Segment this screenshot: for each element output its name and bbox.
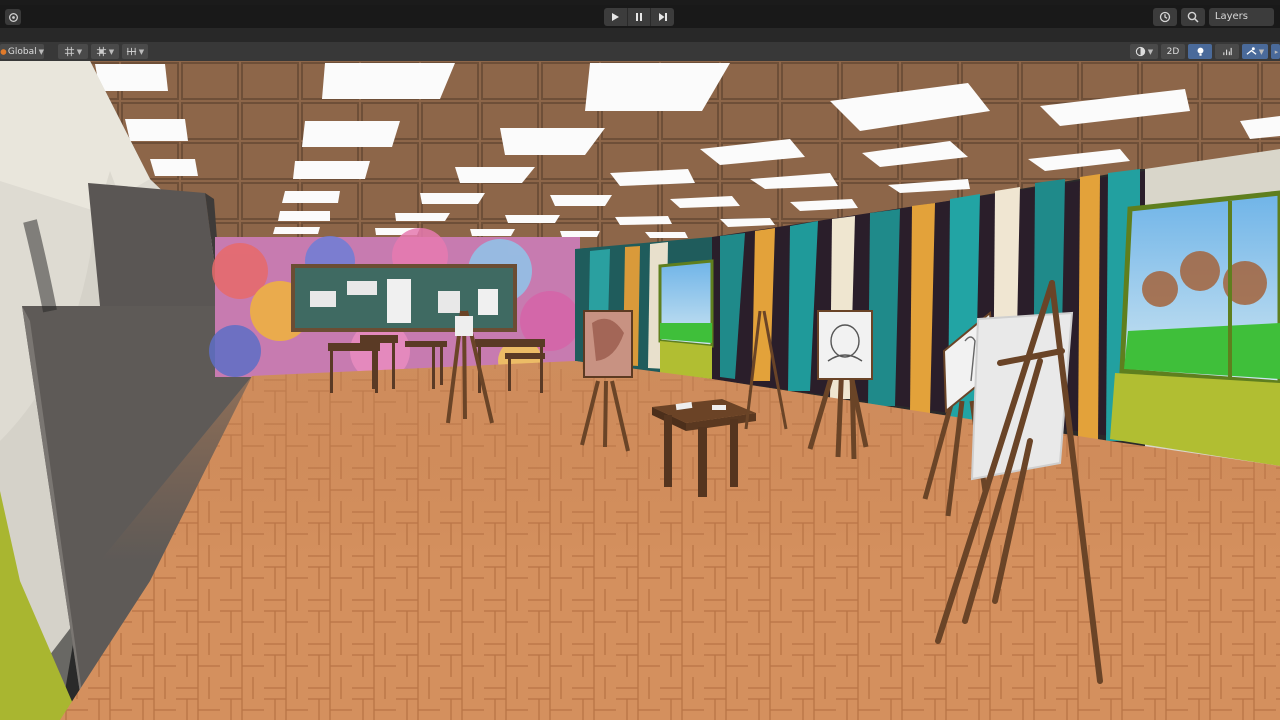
gizmo-icon: ▸ — [1274, 47, 1279, 56]
tab-strip — [0, 28, 1280, 43]
search-button[interactable] — [1180, 8, 1205, 26]
step-icon — [658, 13, 667, 21]
lighting-toggle[interactable] — [1188, 44, 1212, 59]
pause-button[interactable] — [628, 8, 652, 26]
search-icon — [1187, 11, 1199, 23]
history-icon — [1159, 11, 1171, 23]
cloud-icon — [8, 12, 18, 22]
increment-snap-dropdown[interactable]: ▼ — [122, 44, 148, 59]
undo-history-button[interactable] — [1152, 8, 1177, 26]
globe-icon — [0, 48, 7, 55]
effects-dropdown[interactable]: ▼ — [1242, 44, 1268, 59]
view-2d-toggle[interactable]: 2D — [1161, 44, 1185, 59]
gizmo-dropdown[interactable]: ▸ — [1271, 44, 1280, 59]
grid-icon — [64, 46, 74, 57]
scene-viewport[interactable] — [0, 61, 1280, 720]
scene-toolbar: Global ▼ ▼ ▼ ▼ ▼ 2D ▼ ▸ — [0, 42, 1280, 62]
scene-render — [0, 61, 1280, 720]
play-button[interactable] — [604, 8, 628, 26]
play-controls — [604, 8, 674, 26]
snap-icon — [96, 46, 106, 57]
handle-mode-label: Global — [7, 46, 37, 57]
main-toolbar: Layers — [0, 5, 1280, 28]
play-icon — [612, 13, 620, 21]
snap-dropdown[interactable]: ▼ — [91, 44, 119, 59]
grid-dropdown[interactable]: ▼ — [58, 44, 88, 59]
shading-mode-dropdown[interactable]: ▼ — [1130, 44, 1158, 59]
toolbar-right: Layers — [1152, 8, 1274, 26]
account-button[interactable] — [5, 9, 21, 25]
effects-icon — [1246, 47, 1257, 55]
pause-icon — [636, 13, 642, 21]
shading-mode-icon — [1135, 46, 1145, 57]
audio-icon — [1222, 47, 1232, 56]
audio-toggle[interactable] — [1215, 44, 1239, 59]
handle-mode-dropdown[interactable]: Global ▼ — [0, 44, 44, 59]
light-icon — [1197, 47, 1203, 56]
increment-snap-icon — [126, 47, 136, 56]
layers-dropdown[interactable]: Layers — [1208, 8, 1274, 26]
step-button[interactable] — [651, 8, 674, 26]
